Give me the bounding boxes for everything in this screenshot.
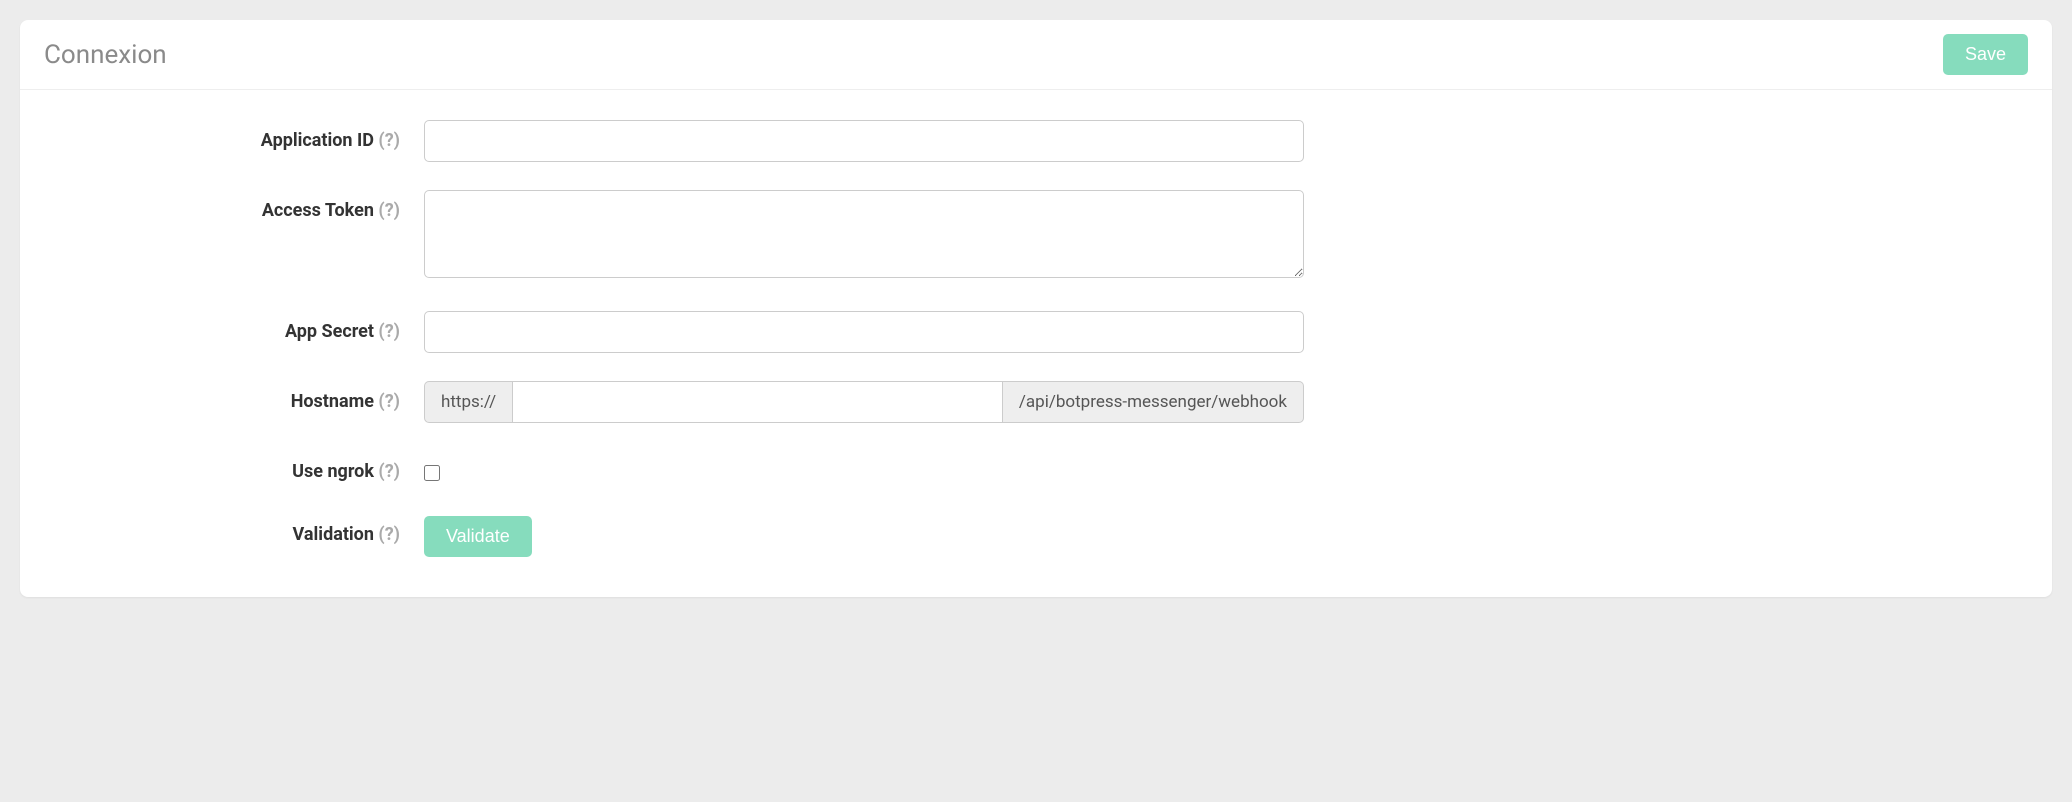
connexion-panel: Connexion Save Application ID (?) Access…: [20, 20, 2052, 597]
access-token-label: Access Token (?): [44, 190, 424, 221]
hostname-suffix: /api/botpress-messenger/webhook: [1003, 381, 1304, 423]
app-secret-input[interactable]: [424, 311, 1304, 353]
validate-button[interactable]: Validate: [424, 516, 532, 557]
save-button[interactable]: Save: [1943, 34, 2028, 75]
hostname-input[interactable]: [512, 381, 1003, 423]
hostname-row: Hostname (?) https:// /api/botpress-mess…: [44, 381, 2028, 423]
use-ngrok-row: Use ngrok (?): [44, 451, 2028, 486]
help-icon[interactable]: (?): [378, 321, 400, 342]
app-secret-row: App Secret (?): [44, 311, 2028, 353]
access-token-input[interactable]: [424, 190, 1304, 278]
help-icon[interactable]: (?): [378, 524, 400, 545]
application-id-label: Application ID (?): [44, 120, 424, 151]
use-ngrok-checkbox[interactable]: [424, 465, 440, 481]
app-secret-label: App Secret (?): [44, 311, 424, 342]
access-token-row: Access Token (?): [44, 190, 2028, 283]
help-icon[interactable]: (?): [378, 461, 400, 482]
hostname-prefix: https://: [424, 381, 512, 423]
use-ngrok-label: Use ngrok (?): [44, 451, 424, 482]
panel-header: Connexion Save: [20, 20, 2052, 90]
hostname-input-group: https:// /api/botpress-messenger/webhook: [424, 381, 1304, 423]
panel-body: Application ID (?) Access Token (?) App …: [20, 90, 2052, 597]
panel-title: Connexion: [44, 40, 167, 70]
help-icon[interactable]: (?): [378, 200, 400, 221]
help-icon[interactable]: (?): [378, 391, 400, 412]
hostname-label: Hostname (?): [44, 381, 424, 412]
validation-row: Validation (?) Validate: [44, 514, 2028, 557]
validation-label: Validation (?): [44, 514, 424, 545]
help-icon[interactable]: (?): [378, 130, 400, 151]
application-id-row: Application ID (?): [44, 120, 2028, 162]
application-id-input[interactable]: [424, 120, 1304, 162]
